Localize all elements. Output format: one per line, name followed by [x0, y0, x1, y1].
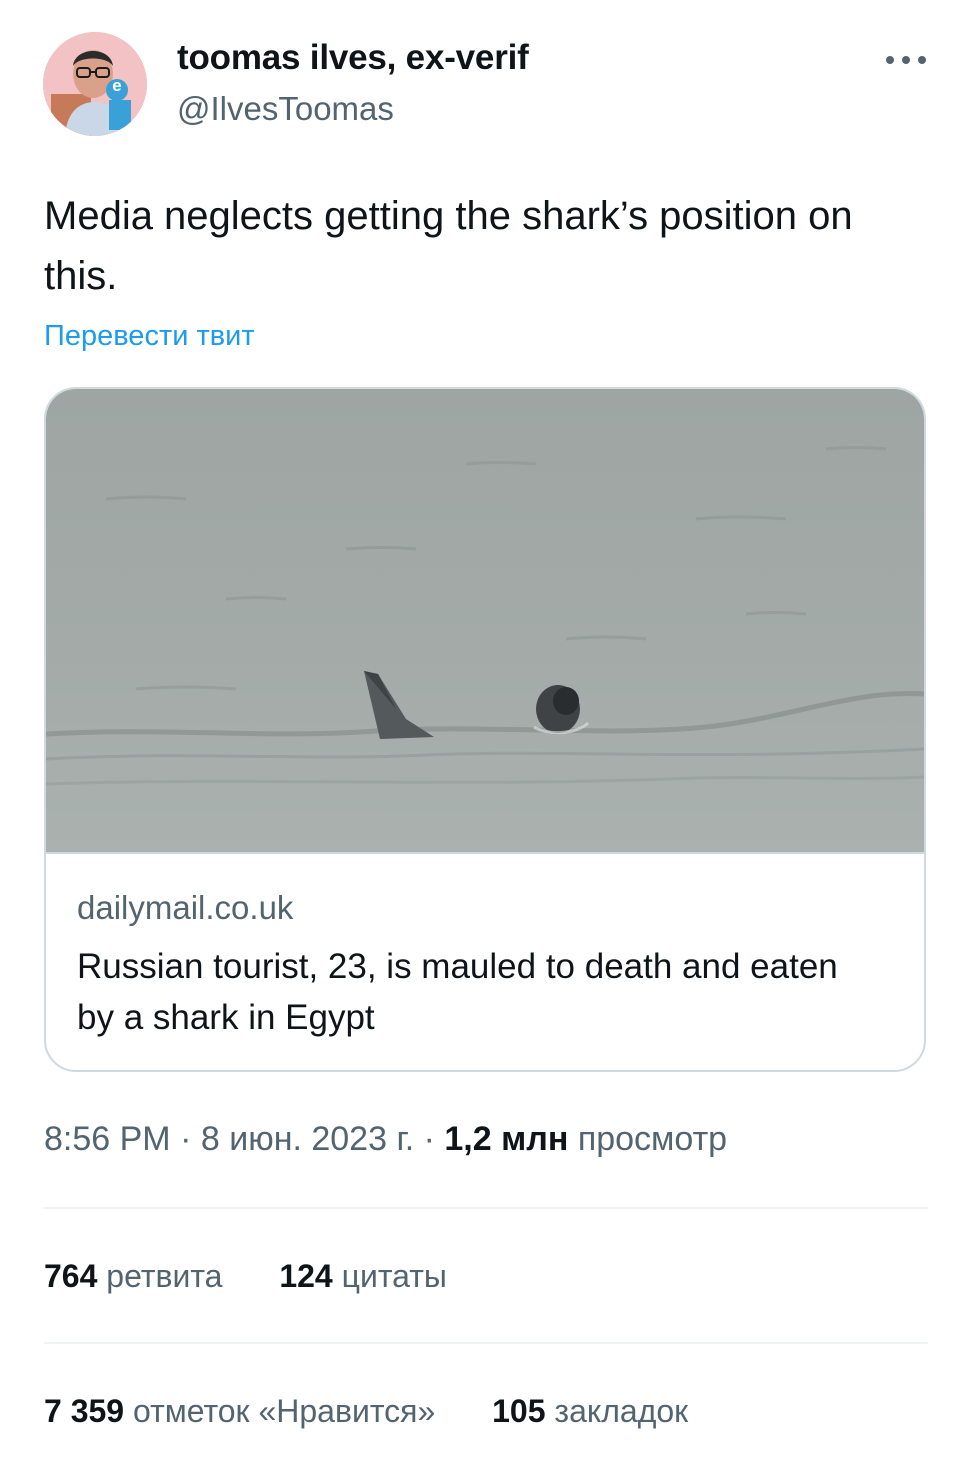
more-dot — [886, 56, 894, 64]
meta-separator: · — [414, 1120, 445, 1158]
engagement-row-1: 764 ретвита 124 цитаты — [44, 1258, 447, 1295]
card-image — [46, 389, 924, 852]
retweets-label: ретвита — [106, 1258, 223, 1294]
bookmarks-count: 105 — [492, 1393, 546, 1429]
tweet-text: Media neglects getting the shark’s posit… — [44, 194, 853, 298]
tweet-time[interactable]: 8:56 PM — [44, 1120, 171, 1158]
quotes-count: 124 — [279, 1258, 333, 1294]
retweets-stat[interactable]: 764 ретвита — [44, 1258, 222, 1295]
engagement-row-2: 7 359 отметок «Нравится» 105 закладок — [44, 1393, 688, 1430]
divider — [44, 1207, 928, 1209]
divider — [44, 1342, 928, 1344]
more-options-icon[interactable] — [886, 50, 926, 70]
author-display-name[interactable]: toomas ilves, ex-verif — [177, 38, 529, 78]
translate-tweet-link[interactable]: Перевести твит — [44, 320, 255, 353]
retweets-count: 764 — [44, 1258, 98, 1294]
quotes-label: цитаты — [341, 1258, 447, 1294]
card-title: Russian tourist, 23, is mauled to death … — [77, 947, 838, 1037]
card-domain: dailymail.co.uk — [77, 889, 294, 926]
more-dot — [902, 56, 910, 64]
likes-stat[interactable]: 7 359 отметок «Нравится» — [44, 1393, 435, 1430]
link-preview-card[interactable]: dailymail.co.uk Russian tourist, 23, is … — [44, 387, 926, 1072]
more-dot — [918, 56, 926, 64]
avatar-badge: e — [112, 76, 122, 95]
author-avatar[interactable]: e — [43, 32, 147, 136]
tweet-date[interactable]: 8 июн. 2023 г. — [201, 1120, 414, 1158]
card-divider — [46, 852, 924, 854]
meta-separator: · — [170, 1120, 201, 1158]
bookmarks-stat[interactable]: 105 закладок — [492, 1393, 688, 1430]
author-handle[interactable]: @IlvesToomas — [177, 90, 394, 128]
views-label: просмотр — [577, 1120, 728, 1158]
tweet-meta: 8:56 PM · 8 июн. 2023 г. · 1,2 млн просм… — [44, 1120, 727, 1159]
likes-count: 7 359 — [44, 1393, 125, 1429]
quotes-stat[interactable]: 124 цитаты — [279, 1258, 447, 1295]
likes-label: отметок «Нравится» — [132, 1393, 436, 1429]
bookmarks-label: закладок — [554, 1393, 689, 1429]
views-count: 1,2 млн — [444, 1120, 569, 1158]
